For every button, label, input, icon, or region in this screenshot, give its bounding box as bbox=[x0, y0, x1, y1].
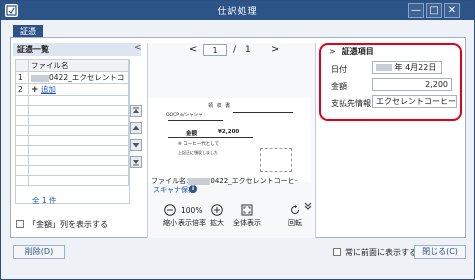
table-row[interactable]: 2 + 追加 bbox=[15, 83, 129, 96]
maximize-button[interactable]: □ bbox=[426, 3, 442, 18]
expand-detail-button[interactable]: > bbox=[329, 47, 336, 56]
collapse-list-button[interactable]: < bbox=[134, 43, 142, 53]
tool-label-rotate: 回転 bbox=[288, 219, 302, 227]
redacted-text bbox=[376, 64, 392, 71]
detail-panel-header: > 証憑項目 bbox=[325, 45, 456, 58]
doc-line bbox=[233, 112, 293, 113]
file-info-label: ファイル名: bbox=[151, 177, 189, 185]
show-amount-checkbox[interactable] bbox=[16, 220, 24, 228]
move-down-button[interactable] bbox=[130, 139, 142, 151]
move-up-icon bbox=[132, 125, 140, 130]
minus-circle-icon bbox=[164, 204, 176, 216]
page-number-input[interactable]: 1 bbox=[203, 44, 227, 56]
row-number: 2 bbox=[15, 83, 29, 96]
doc-line bbox=[168, 120, 223, 121]
zoom-out-button[interactable] bbox=[164, 204, 176, 218]
close-button[interactable]: 閉じる(C) bbox=[414, 245, 466, 259]
doc-line bbox=[168, 137, 253, 138]
page-total: 1 bbox=[245, 45, 251, 55]
detail-panel-title: 証憑項目 bbox=[341, 47, 374, 56]
file-name: 0422_エクセレントコ bbox=[49, 73, 125, 82]
move-bottom-icon bbox=[133, 160, 139, 166]
date-field-value: 年 4月22日 bbox=[394, 63, 437, 72]
table-row[interactable]: 1 0422_エクセレントコ bbox=[15, 71, 129, 84]
doc-stamp-box bbox=[260, 148, 292, 172]
show-amount-label: 「金額」列を表示する bbox=[28, 220, 108, 229]
close-window-button[interactable]: ✕ bbox=[444, 3, 460, 18]
zoom-level: 100% bbox=[181, 206, 203, 215]
info-icon[interactable]: i bbox=[189, 185, 197, 193]
doc-note: 上記正に領収しました bbox=[178, 150, 218, 155]
row-number: 1 bbox=[15, 71, 29, 84]
file-info-name: 0422_エクセレントコーヒ- bbox=[210, 177, 298, 185]
payee-label: 支払先情報 bbox=[331, 99, 371, 108]
doc-heading: 領 収 書 bbox=[208, 103, 232, 109]
doc-amount: ¥2,200 bbox=[218, 129, 240, 135]
next-page-button[interactable]: > bbox=[271, 44, 279, 55]
app-window: 仕訳処理 — □ ✕ 証憑 証憑一覧 < ファイル名 1 0422_エクセレントコ… bbox=[0, 0, 475, 280]
delete-button[interactable]: 削除(D) bbox=[13, 245, 65, 259]
add-link[interactable]: 追加 bbox=[41, 85, 56, 94]
rotate-button[interactable] bbox=[289, 204, 301, 218]
always-on-top-label: 常に前面に表示する bbox=[345, 248, 417, 257]
fit-screen-icon bbox=[241, 204, 253, 216]
date-field[interactable]: 年 4月22日 bbox=[372, 61, 442, 74]
prev-page-button[interactable]: < bbox=[189, 44, 197, 55]
window-title: 仕訳処理 bbox=[217, 7, 258, 17]
move-up-button[interactable] bbox=[130, 122, 142, 134]
doc-amount-label: 金額 bbox=[186, 131, 198, 137]
tool-label-zoom-level: 表示倍率 bbox=[178, 219, 206, 227]
fit-page-button[interactable] bbox=[241, 204, 253, 218]
redacted-text bbox=[188, 177, 211, 185]
move-down-icon bbox=[132, 143, 140, 148]
file-table: ファイル名 1 0422_エクセレントコ 2 + 追加 bbox=[15, 59, 129, 186]
page-separator: / bbox=[233, 45, 237, 55]
amount-label: 金額 bbox=[331, 82, 347, 91]
zoom-in-button[interactable] bbox=[211, 204, 223, 218]
minimize-button[interactable]: — bbox=[408, 3, 424, 18]
double-chevron-down-icon bbox=[304, 202, 312, 210]
move-bottom-button[interactable] bbox=[130, 156, 142, 168]
record-count: 全 1 件 bbox=[32, 196, 57, 205]
always-on-top-checkbox[interactable] bbox=[333, 248, 341, 256]
payee-field[interactable]: エクセレントコーヒー bbox=[372, 95, 457, 108]
column-header-filename: ファイル名 bbox=[28, 59, 129, 72]
rotate-icon bbox=[291, 204, 299, 214]
plus-icon: + bbox=[31, 85, 39, 95]
list-panel-title: 証憑一覧 bbox=[17, 45, 49, 54]
document-preview: 領 収 書 OOCP e/シャシャ 金額 ¥2,200 ※ コーヒー代として 上… bbox=[148, 98, 311, 182]
doc-company: OOCP e/シャシャ bbox=[166, 113, 203, 118]
move-top-icon bbox=[133, 107, 139, 113]
expand-toolbar-button[interactable] bbox=[304, 202, 312, 212]
doc-description: ※ コーヒー代として bbox=[178, 142, 220, 147]
title-bar: 仕訳処理 — □ ✕ bbox=[1, 1, 474, 20]
move-top-button[interactable] bbox=[130, 105, 142, 117]
tool-label-fit: 全体表示 bbox=[233, 219, 261, 227]
list-panel-header: 証憑一覧 bbox=[13, 43, 141, 56]
plus-circle-icon bbox=[211, 204, 223, 216]
redacted-text bbox=[31, 74, 49, 82]
date-label: 日付 bbox=[331, 65, 347, 74]
amount-field[interactable]: 2,200 bbox=[372, 78, 452, 91]
tool-label-zoom-in: 拡大 bbox=[210, 219, 224, 227]
